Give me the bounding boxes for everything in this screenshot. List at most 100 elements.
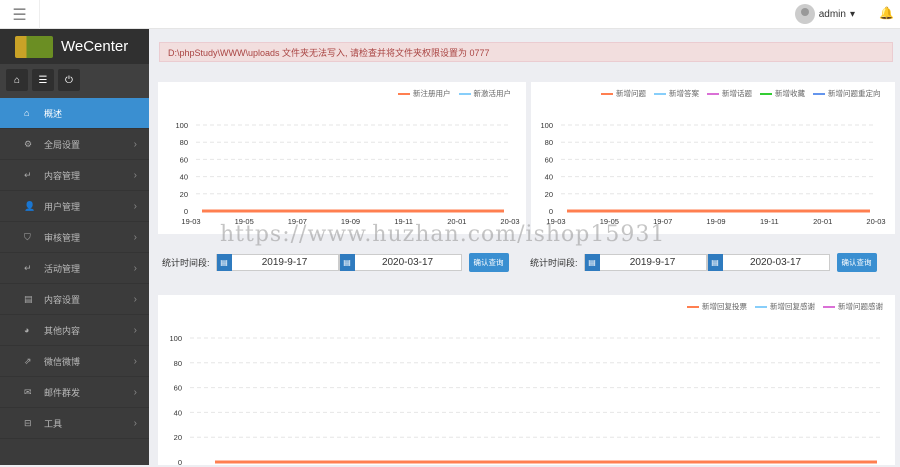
sidebar-item[interactable]: ⚙ 全局设置 › bbox=[0, 129, 149, 160]
chevron-right-icon: › bbox=[133, 262, 137, 274]
legend-item[interactable]: 新增收藏 bbox=[760, 88, 805, 99]
content-chart: 0 20 40 60 80 100 19-03 19-05 19-07 19-09 19-11 20-… bbox=[540, 121, 885, 226]
y-tick-label: 60 bbox=[180, 155, 188, 164]
calendar-icon[interactable]: ▤ bbox=[216, 254, 232, 271]
y-tick-label: 40 bbox=[545, 173, 553, 182]
x-tick-label: 19-03 bbox=[181, 217, 200, 226]
chevron-right-icon: › bbox=[133, 417, 137, 429]
sidebar-item-label: 内容管理 bbox=[44, 170, 81, 181]
date-filter-1: 统计时间段: ▤ 2019-9-17 ▤ 2020-03-17 确认查询 bbox=[162, 253, 509, 272]
x-tick-label: 19-11 bbox=[760, 217, 779, 226]
x-tick-label: 19-09 bbox=[341, 217, 360, 226]
list-icon[interactable]: ☰ bbox=[32, 69, 54, 91]
chevron-right-icon: › bbox=[133, 200, 137, 212]
legend-item[interactable]: 新增问题感谢 bbox=[823, 301, 883, 312]
calendar-icon[interactable]: ▤ bbox=[707, 254, 723, 271]
reply-icon: ↵ bbox=[24, 262, 32, 273]
sidebar-item[interactable]: ↵ 活动管理 › bbox=[0, 253, 149, 284]
chevron-down-icon: ▾ bbox=[849, 8, 855, 20]
sidebar-item[interactable]: ⛉ 审核管理 › bbox=[0, 222, 149, 253]
x-tick-label: 19-05 bbox=[235, 217, 254, 226]
pie-icon: ◕ bbox=[24, 325, 30, 335]
sidebar-item[interactable]: ⊟ 工具 › bbox=[0, 408, 149, 439]
x-tick-label: 20-03 bbox=[866, 217, 885, 226]
legend-item[interactable]: 新增答案 bbox=[654, 88, 699, 99]
query-button[interactable]: 确认查询 bbox=[836, 253, 877, 272]
sidebar-item-label: 微信微博 bbox=[44, 356, 81, 367]
y-tick-label: 80 bbox=[545, 138, 553, 147]
quick-actions: ⌂ ☰ ⏻ bbox=[0, 64, 149, 98]
sidebar-item-label: 用户管理 bbox=[44, 201, 81, 212]
sidebar-item[interactable]: 👤 用户管理 › bbox=[0, 191, 149, 222]
x-tick-label: 19-05 bbox=[600, 217, 619, 226]
calendar-icon[interactable]: ▤ bbox=[339, 254, 355, 271]
chevron-right-icon: › bbox=[133, 386, 137, 398]
sidebar-item-label: 全局设置 bbox=[44, 139, 81, 150]
chart-legend: 新注册用户 新激活用户 bbox=[398, 88, 511, 99]
sidebar-item[interactable]: ⌂ 概述 bbox=[0, 98, 149, 129]
logo-image bbox=[15, 35, 53, 58]
legend-item[interactable]: 新增回复感谢 bbox=[755, 301, 815, 312]
users-chart: 0 20 40 60 80 100 19-03 19-05 19-07 19-09 19-11 20-… bbox=[175, 121, 519, 226]
briefcase-icon: ⊟ bbox=[24, 417, 32, 428]
legend-item[interactable]: 新增回复投票 bbox=[687, 301, 747, 312]
y-tick-label: 20 bbox=[545, 190, 553, 199]
x-tick-label: 19-11 bbox=[394, 217, 413, 226]
end-date-input[interactable]: ▤ 2020-03-17 bbox=[338, 254, 462, 271]
user-icon: 👤 bbox=[24, 200, 36, 211]
sidebar-item-label: 工具 bbox=[44, 418, 63, 429]
share-icon: ⇗ bbox=[24, 355, 32, 366]
y-tick-label: 80 bbox=[174, 359, 182, 368]
votes-chart: 0 20 40 60 80 100 bbox=[169, 334, 883, 467]
chevron-right-icon: › bbox=[133, 324, 137, 336]
x-tick-label: 19-07 bbox=[653, 217, 672, 226]
filter-label: 统计时间段: bbox=[530, 258, 578, 268]
legend-item[interactable]: 新增问题重定向 bbox=[813, 88, 881, 99]
end-date-input[interactable]: ▤ 2020-03-17 bbox=[706, 254, 830, 271]
home-icon: ⌂ bbox=[24, 108, 30, 118]
legend-item[interactable]: 新注册用户 bbox=[398, 88, 451, 99]
chevron-right-icon: › bbox=[133, 293, 137, 305]
sidebar-item[interactable]: ▤ 内容设置 › bbox=[0, 284, 149, 315]
sidebar-item-label: 活动管理 bbox=[44, 263, 81, 274]
sidebar-item-label: 其他内容 bbox=[44, 325, 81, 336]
start-date-input[interactable]: ▤ 2019-9-17 bbox=[583, 254, 707, 271]
votes-chart-panel: 新增回复投票 新增回复感谢 新增问题感谢 0 20 40 60 80 100 bbox=[158, 295, 895, 467]
legend-item[interactable]: 新增问题 bbox=[601, 88, 646, 99]
calendar-icon[interactable]: ▤ bbox=[584, 254, 600, 271]
content-chart-panel: 新增问题 新增答案 新增话题 新增收藏 新增问题重定向 0 20 40 60 80 100 19-0… bbox=[531, 82, 895, 234]
legend-item[interactable]: 新激活用户 bbox=[458, 88, 511, 99]
query-button[interactable]: 确认查询 bbox=[468, 253, 509, 272]
user-menu[interactable]: admin ▾ bbox=[794, 4, 855, 24]
y-tick-label: 100 bbox=[175, 121, 188, 130]
chevron-right-icon: › bbox=[133, 169, 137, 181]
avatar bbox=[794, 4, 815, 24]
start-date-input[interactable]: ▤ 2019-9-17 bbox=[215, 254, 339, 271]
sidebar-item[interactable]: ✉ 邮件群发 › bbox=[0, 377, 149, 408]
menu-toggle-icon[interactable]: ☰ bbox=[0, 0, 40, 29]
error-alert: D:\phpStudy\WWW\uploads 文件夹无法写入, 请检查并将文件… bbox=[159, 42, 893, 62]
power-icon[interactable]: ⏻ bbox=[58, 69, 80, 91]
mail-icon: ✉ bbox=[24, 386, 32, 397]
x-tick-label: 19-09 bbox=[706, 217, 725, 226]
brand[interactable]: WeCenter bbox=[0, 29, 149, 64]
user-name: admin bbox=[818, 8, 846, 20]
sidebar-item[interactable]: ⇗ 微信微博 › bbox=[0, 346, 149, 377]
legend-item[interactable]: 新增话题 bbox=[707, 88, 752, 99]
sidebar: WeCenter ⌂ ☰ ⏻ ⌂ 概述 ⚙ 全局设置 › ↵ 内容管理 › 👤 用户管理 › ⛉ 审核管… bbox=[0, 29, 149, 465]
sidebar-item-label: 内容设置 bbox=[44, 294, 81, 305]
sidebar-item-label: 邮件群发 bbox=[44, 387, 81, 398]
sidebar-item[interactable]: ◕ 其他内容 › bbox=[0, 315, 149, 346]
y-tick-label: 40 bbox=[174, 408, 182, 417]
chevron-right-icon: › bbox=[133, 355, 137, 367]
gear-icon: ⚙ bbox=[24, 138, 33, 149]
users-chart-panel: 新注册用户 新激活用户 0 20 40 60 80 100 19-03 19-05 19-07 19… bbox=[158, 82, 526, 234]
chevron-right-icon: › bbox=[133, 138, 137, 150]
x-tick-label: 20-03 bbox=[500, 217, 519, 226]
bell-icon[interactable]: 🔔 bbox=[879, 6, 894, 20]
sidebar-item-label: 审核管理 bbox=[44, 232, 81, 243]
y-tick-label: 100 bbox=[169, 334, 182, 343]
home-icon[interactable]: ⌂ bbox=[6, 69, 28, 91]
sidebar-item[interactable]: ↵ 内容管理 › bbox=[0, 160, 149, 191]
y-tick-label: 20 bbox=[180, 190, 188, 199]
